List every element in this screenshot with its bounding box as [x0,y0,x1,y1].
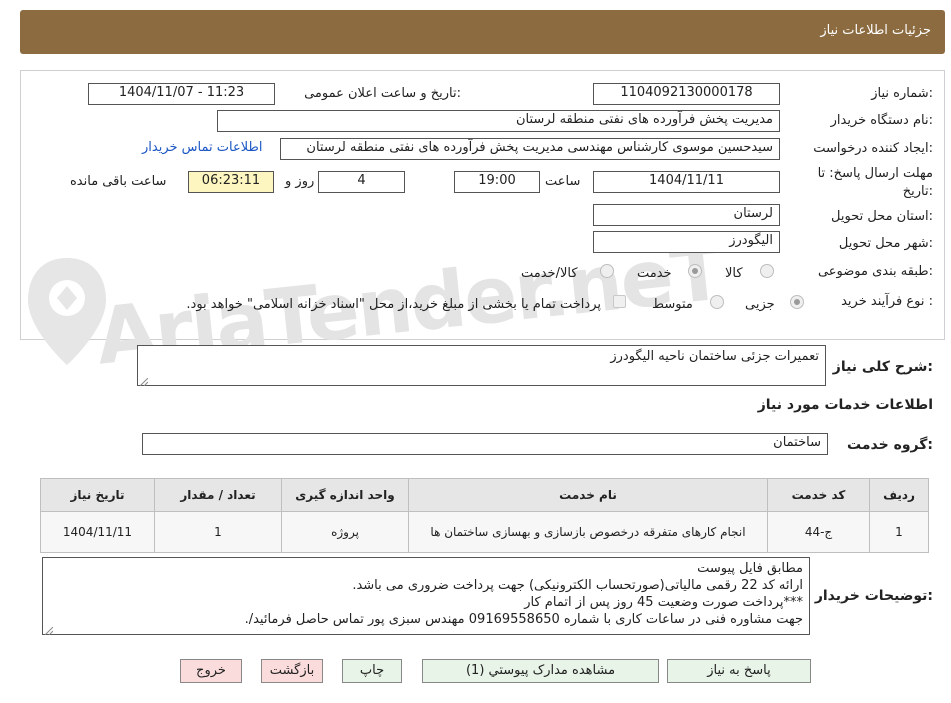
city-field: الیگودرز [593,231,780,253]
process-medium-radio[interactable] [710,295,724,309]
buyer-notes-line: مطابق فایل پیوست [697,561,803,576]
buyer-notes-line: جهت مشاوره فنی در ساعات کاری با شماره 09… [244,612,803,627]
service-group-field: ساختمان [142,433,828,455]
cell-row: 1 [869,511,929,553]
table-row: 1 ج-44 انجام کارهای متفرقه درخصوص بازساز… [40,511,929,553]
process-minor-label: جزیی [745,297,775,312]
buyer-notes-line: ***پرداخت صورت وضعیت 45 روز پس از اتمام … [524,595,803,610]
cell-name: انجام کارهای متفرقه درخصوص بازسازی و بهس… [408,511,768,553]
services-table: ردیف کد خدمت نام خدمت واحد اندازه گیری ت… [40,478,929,553]
deadline-label-date: تاریخ: [902,184,933,199]
back-button[interactable]: بازگشت [261,659,323,683]
province-field: لرستان [593,204,780,226]
days-remaining-field: 4 [318,171,405,193]
col-code-header: کد خدمت [767,478,870,512]
buyer-notes-line: ارائه کد 22 رقمی مالیاتی(صورتحساب الکترو… [352,578,803,593]
col-qty-header: تعداد / مقدار [154,478,282,512]
view-attachments-button[interactable]: مشاهده مدارک پیوستي (1) [422,659,659,683]
need-number-label: شماره نیاز: [871,86,933,101]
treasury-payment-note: پرداخت تمام یا بخشی از مبلغ خرید،از محل … [186,297,601,312]
buyer-notes-textarea[interactable]: مطابق فایل پیوست ارائه کد 22 رقمی مالیات… [42,557,810,635]
resize-grip-icon[interactable] [44,624,54,636]
description-label: شرح کلی نیاز: [832,359,933,375]
remaining-time-field: 06:23:11 [188,171,274,193]
province-label: استان محل تحویل: [831,209,933,224]
process-label: نوع فرآیند خرید : [841,294,933,309]
category-goods-label: کالا [725,266,743,281]
remaining-time-label: ساعت باقی مانده [70,174,167,189]
announce-label: تاریخ و ساعت اعلان عمومی: [304,86,461,101]
description-text: تعمیرات جزئی ساختمان ناحیه الیگودرز [610,349,819,364]
category-goods-service-radio[interactable] [600,264,614,278]
services-section-title: اطلاعات خدمات مورد نیاز [757,397,933,413]
category-service-radio[interactable] [688,264,702,278]
treasury-payment-checkbox[interactable] [613,295,626,308]
page-title: جزئیات اطلاعات نیاز [820,23,931,38]
category-goods-radio[interactable] [760,264,774,278]
cell-qty: 1 [154,511,282,553]
category-goods-service-label: کالا/خدمت [521,266,578,281]
cell-code: ج-44 [767,511,870,553]
col-row-header: ردیف [869,478,929,512]
days-label: روز و [285,174,315,189]
resize-grip-icon[interactable] [139,375,149,387]
category-service-label: خدمت [637,266,672,281]
buyer-contact-link[interactable]: اطلاعات تماس خریدار [142,140,262,155]
buyer-notes-label: توضیحات خریدار: [814,588,933,604]
description-textarea[interactable]: تعمیرات جزئی ساختمان ناحیه الیگودرز [137,345,826,386]
deadline-date-field: 1404/11/11 [593,171,780,193]
deadline-label: مهلت ارسال پاسخ: تا [817,166,933,181]
process-medium-label: متوسط [652,297,693,312]
deadline-time-label: ساعت [545,174,581,189]
cell-unit: پروژه [281,511,409,553]
exit-button[interactable]: خروج [180,659,242,683]
page-header: جزئیات اطلاعات نیاز [20,10,945,54]
city-label: شهر محل تحویل: [838,236,933,251]
category-label: طبقه بندی موضوعی: [817,264,933,279]
buyer-org-label: نام دستگاه خریدار: [830,113,933,128]
deadline-time-field: 19:00 [454,171,540,193]
col-date-header: تاریخ نیاز [40,478,155,512]
print-button[interactable]: چاپ [342,659,402,683]
buyer-org-field: مدیریت پخش فرآورده های نفتی منطقه لرستان [217,110,780,132]
announce-datetime-field: 1404/11/07 - 11:23 [88,83,275,105]
service-group-label: گروه خدمت: [847,437,933,453]
reply-button[interactable]: پاسخ به نیاز [667,659,811,683]
creator-field: سیدحسین موسوی کارشناس مهندسی مدیریت پخش … [280,138,780,160]
col-name-header: نام خدمت [408,478,768,512]
process-minor-radio[interactable] [790,295,804,309]
need-number-field: 1104092130000178 [593,83,780,105]
cell-date: 1404/11/11 [40,511,155,553]
col-unit-header: واحد اندازه گیری [281,478,409,512]
creator-label: ایجاد کننده درخواست: [813,141,933,156]
